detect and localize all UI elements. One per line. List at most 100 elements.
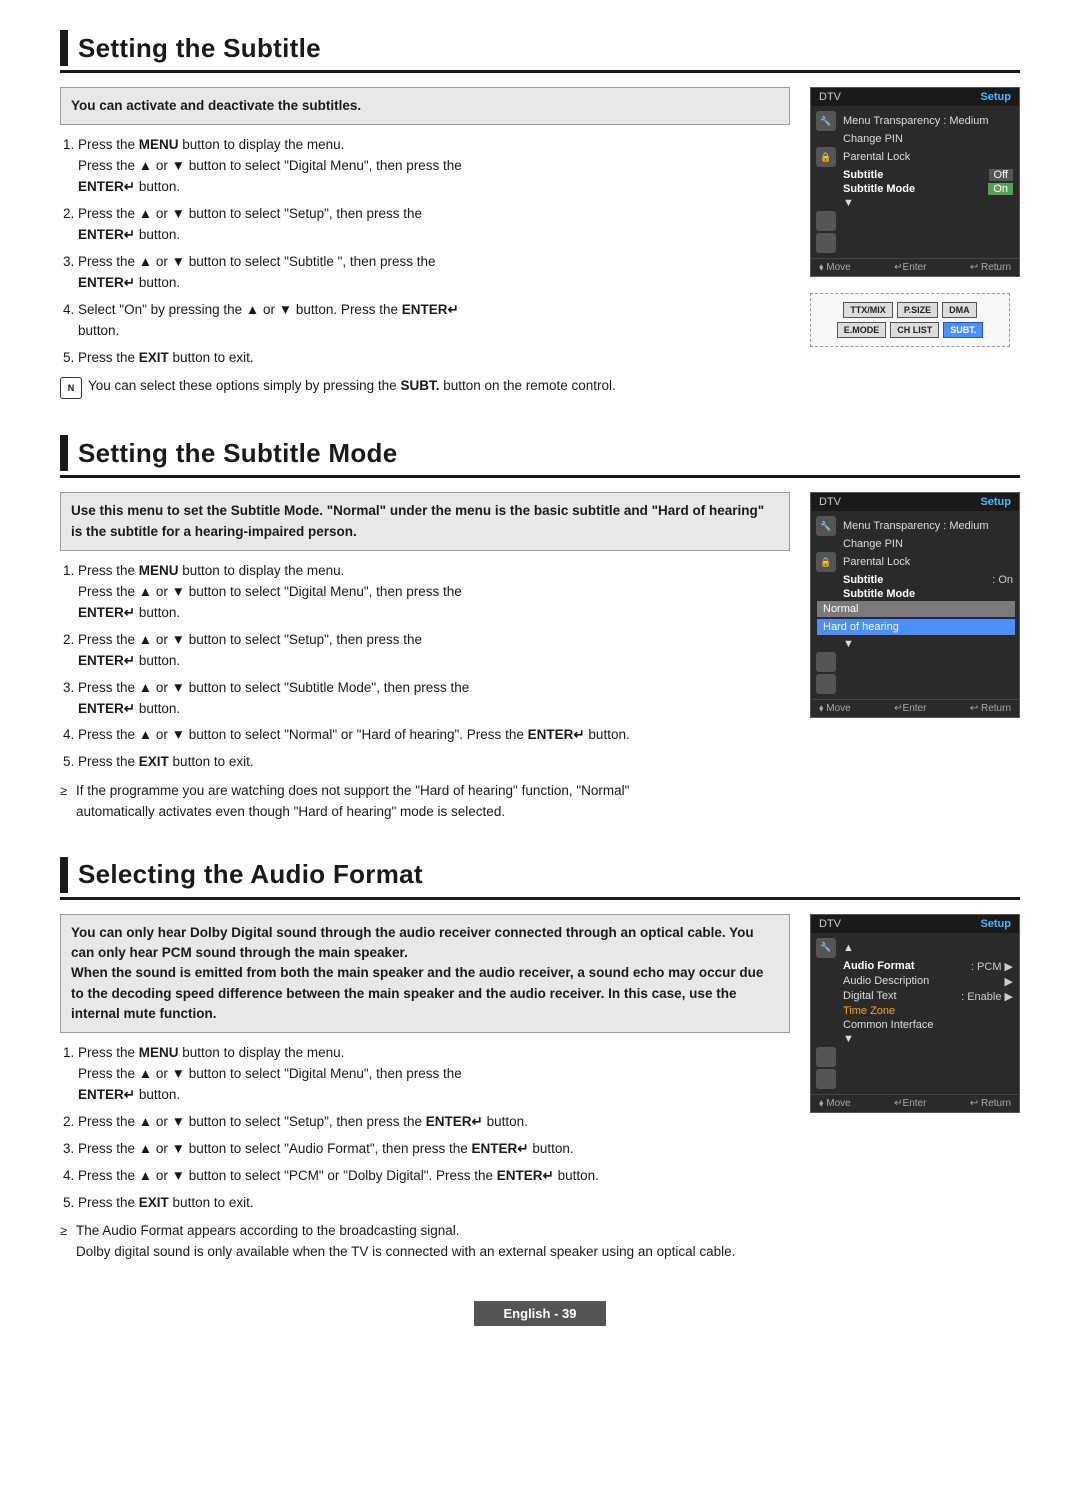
dtv-icon	[816, 1069, 836, 1089]
dtv-body-audio-format: 🔧 ▲ Audio Format : PCM ▶ Audio Descr	[811, 933, 1019, 1094]
remote-btn-chlist: CH LIST	[890, 322, 939, 338]
subtitle-mode-text: Use this menu to set the Subtitle Mode. …	[60, 492, 790, 826]
subtitle-mode-note: If the programme you are watching does n…	[60, 781, 790, 822]
dtv-row: Common Interface	[811, 1018, 1019, 1032]
section-header-subtitle: Setting the Subtitle	[60, 30, 1020, 73]
subtitle-intro: You can activate and deactivate the subt…	[60, 87, 790, 125]
dtv-panel-subtitle: DTV Setup 🔧 Menu Transparency : Medium C…	[810, 87, 1020, 277]
dtv-icon: 🔒	[816, 147, 836, 167]
remote-btn-emode: E.MODE	[837, 322, 887, 338]
subtitle-mode-step-4: Press the ▲ or ▼ button to select "Norma…	[78, 725, 790, 746]
dtv-row: 🔧 ▲	[811, 937, 1019, 959]
dtv-row: 🔒 Parental Lock	[811, 551, 1019, 573]
dtv-header-audio-format: DTV Setup	[811, 915, 1019, 933]
page-footer: English - 39	[60, 1297, 1020, 1330]
section-bar	[60, 435, 68, 471]
dtv-row	[811, 232, 1019, 254]
subtitle-step-3: Press the ▲ or ▼ button to select "Subti…	[78, 252, 790, 294]
dtv-dropdown: Normal Hard of hearing	[817, 601, 1015, 635]
section-title-audio-format: Selecting the Audio Format	[78, 859, 423, 890]
section-subtitle: Setting the Subtitle You can activate an…	[60, 30, 1020, 405]
dtv-icon: 🔧	[816, 516, 836, 536]
dtv-row: Subtitle Off	[811, 168, 1019, 182]
dtv-footer-subtitle-mode: ⬧ Move ↵Enter ↩ Return	[811, 699, 1019, 717]
remote-bottom-row: E.MODE CH LIST SUBT.	[819, 322, 1001, 338]
dtv-row	[811, 673, 1019, 695]
footer-text: English - 39	[474, 1301, 607, 1326]
dtv-row: ▼	[811, 1032, 1019, 1046]
audio-format-step-4: Press the ▲ or ▼ button to select "PCM" …	[78, 1166, 790, 1187]
dtv-row: 🔧 Menu Transparency : Medium	[811, 515, 1019, 537]
dtv-icon: 🔧	[816, 938, 836, 958]
audio-format-panel: DTV Setup 🔧 ▲ Audio Format : PCM ▶	[810, 914, 1020, 1267]
subtitle-mode-content: Use this menu to set the Subtitle Mode. …	[60, 492, 1020, 826]
dtv-row: ▼	[811, 637, 1019, 651]
section-title-subtitle: Setting the Subtitle	[78, 33, 321, 64]
dtv-row: Change PIN	[811, 537, 1019, 551]
dtv-option-hardofhearing: Hard of hearing	[817, 619, 1015, 635]
dtv-row	[811, 1068, 1019, 1090]
section-title-subtitle-mode: Setting the Subtitle Mode	[78, 438, 398, 469]
dtv-header-subtitle-mode: DTV Setup	[811, 493, 1019, 511]
subtitle-step-5: Press the EXIT button to exit.	[78, 348, 790, 369]
dtv-row	[811, 651, 1019, 673]
audio-format-note-1: The Audio Format appears according to th…	[60, 1221, 790, 1262]
dtv-header-subtitle: DTV Setup	[811, 88, 1019, 106]
dtv-row: Subtitle Mode On	[811, 182, 1019, 196]
dtv-row: 🔒 Parental Lock	[811, 146, 1019, 168]
subtitle-mode-panel: DTV Setup 🔧 Menu Transparency : Medium C…	[810, 492, 1020, 826]
audio-format-step-2: Press the ▲ or ▼ button to select "Setup…	[78, 1112, 790, 1133]
dtv-row: Audio Description ▶	[811, 974, 1019, 989]
section-header-subtitle-mode: Setting the Subtitle Mode	[60, 435, 1020, 478]
section-audio-format: Selecting the Audio Format You can only …	[60, 857, 1020, 1267]
subtitle-mode-step-1: Press the MENU button to display the men…	[78, 561, 790, 624]
subtitle-note: N You can select these options simply by…	[60, 376, 790, 399]
subtitle-mode-step-2: Press the ▲ or ▼ button to select "Setup…	[78, 630, 790, 672]
remote-btn-psize: P.SIZE	[897, 302, 938, 318]
dtv-row: ▼	[811, 196, 1019, 210]
dtv-icon	[816, 652, 836, 672]
section-bar	[60, 857, 68, 893]
subtitle-mode-intro: Use this menu to set the Subtitle Mode. …	[60, 492, 790, 551]
dtv-row: Digital Text : Enable ▶	[811, 989, 1019, 1004]
audio-format-content: You can only hear Dolby Digital sound th…	[60, 914, 1020, 1267]
remote-btn-ttxmix: TTX/MIX	[843, 302, 893, 318]
dtv-icon	[816, 674, 836, 694]
dtv-icon: 🔧	[816, 111, 836, 131]
subtitle-step-1: Press the MENU button to display the men…	[78, 135, 790, 198]
audio-format-step-1: Press the MENU button to display the men…	[78, 1043, 790, 1106]
dtv-row	[811, 210, 1019, 232]
dtv-panel-subtitle-mode: DTV Setup 🔧 Menu Transparency : Medium C…	[810, 492, 1020, 718]
section-subtitle-mode: Setting the Subtitle Mode Use this menu …	[60, 435, 1020, 826]
audio-format-step-3: Press the ▲ or ▼ button to select "Audio…	[78, 1139, 790, 1160]
subtitle-step-2: Press the ▲ or ▼ button to select "Setup…	[78, 204, 790, 246]
audio-format-steps: Press the MENU button to display the men…	[60, 1043, 790, 1213]
remote-panel: TTX/MIX P.SIZE DMA E.MODE CH LIST SUBT.	[810, 293, 1010, 347]
dtv-row: Audio Format : PCM ▶	[811, 959, 1019, 974]
section-bar	[60, 30, 68, 66]
remote-btn-dma: DMA	[942, 302, 977, 318]
dtv-panel-audio-format: DTV Setup 🔧 ▲ Audio Format : PCM ▶	[810, 914, 1020, 1113]
subtitle-step-4: Select "On" by pressing the ▲ or ▼ butto…	[78, 300, 790, 342]
audio-format-intro: You can only hear Dolby Digital sound th…	[60, 914, 790, 1033]
note-icon: N	[60, 377, 82, 399]
subtitle-content: You can activate and deactivate the subt…	[60, 87, 1020, 405]
subtitle-mode-step-3: Press the ▲ or ▼ button to select "Subti…	[78, 678, 790, 720]
dtv-row: Change PIN	[811, 132, 1019, 146]
subtitle-steps: Press the MENU button to display the men…	[60, 135, 790, 368]
subtitle-panel: DTV Setup 🔧 Menu Transparency : Medium C…	[810, 87, 1020, 405]
dtv-option-normal: Normal	[817, 601, 1015, 617]
subtitle-mode-steps: Press the MENU button to display the men…	[60, 561, 790, 773]
dtv-row	[811, 1046, 1019, 1068]
dtv-footer-subtitle: ⬧ Move ↵Enter ↩ Return	[811, 258, 1019, 276]
dtv-row: Subtitle : On	[811, 573, 1019, 587]
audio-format-step-5: Press the EXIT button to exit.	[78, 1193, 790, 1214]
dtv-body-subtitle: 🔧 Menu Transparency : Medium Change PIN …	[811, 106, 1019, 258]
remote-top-row: TTX/MIX P.SIZE DMA	[819, 302, 1001, 318]
dtv-footer-audio-format: ⬧ Move ↵Enter ↩ Return	[811, 1094, 1019, 1112]
dtv-row: Subtitle Mode	[811, 587, 1019, 601]
dtv-icon: 🔒	[816, 552, 836, 572]
section-header-audio-format: Selecting the Audio Format	[60, 857, 1020, 900]
dtv-icon	[816, 1047, 836, 1067]
dtv-icon	[816, 233, 836, 253]
